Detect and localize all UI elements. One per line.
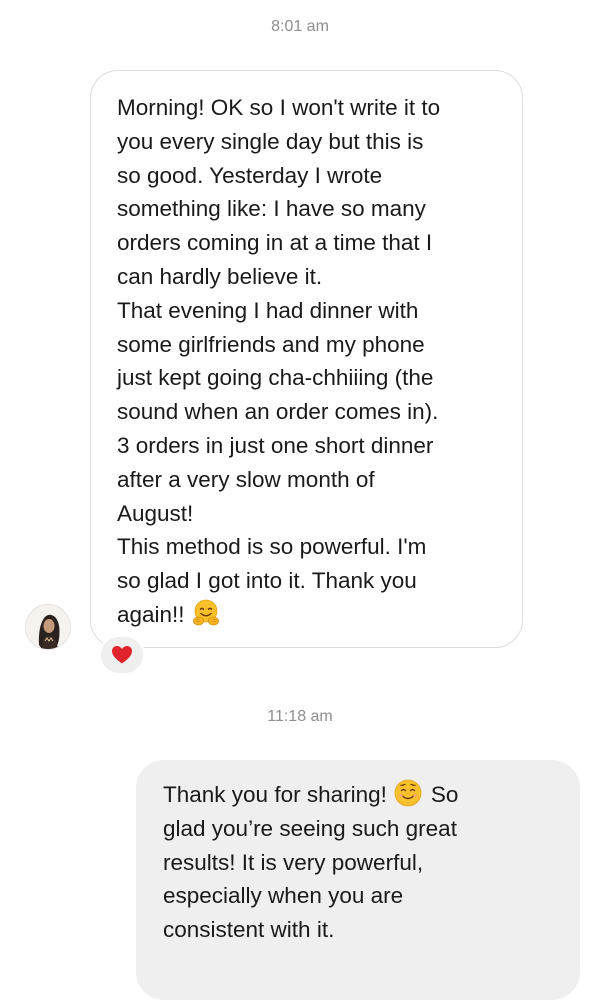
message-line: something like: I have so many: [117, 196, 426, 222]
message-line: you every single day but this is: [117, 128, 424, 154]
avatar[interactable]: [25, 604, 71, 650]
message-line-text: Thank you for sharing!: [163, 782, 387, 807]
avatar-photo-icon: [26, 605, 70, 649]
message-line: just kept going cha-chhiiing (the: [117, 365, 434, 391]
message-line: so good. Yesterday I wrote: [117, 162, 383, 188]
message-line: August!: [117, 500, 194, 526]
timestamp-later: 11:18 am: [267, 708, 333, 725]
smiling-face-icon: [393, 778, 423, 808]
message-line: glad you’re seeing such great: [163, 815, 457, 841]
message-line: 3 orders in just one short dinner: [117, 432, 434, 458]
message-line-first: Thank you for sharing! So: [163, 778, 560, 812]
message-line: can hardly believe it.: [117, 263, 323, 289]
message-line: some girlfriends and my phone: [117, 331, 425, 357]
message-line: orders coming in at a time that I: [117, 230, 433, 256]
message-line-text: So: [430, 782, 459, 807]
red-heart-icon: [112, 646, 132, 664]
message-line: consistent with it.: [163, 917, 335, 943]
reaction-heart[interactable]: [99, 635, 145, 675]
message-line: after a very slow month of: [117, 466, 375, 492]
timestamp-morning: 8:01 am: [271, 18, 329, 35]
message-line: That evening I had dinner with: [117, 297, 419, 323]
message-line-last: again!!: [117, 598, 504, 632]
message-line: results! It is very powerful,: [163, 849, 424, 875]
message-line: so glad I got into it. Thank you: [117, 568, 417, 594]
outgoing-message-bubble[interactable]: Thank you for sharing! So glad you’re see…: [136, 760, 580, 1000]
message-line-text: again!!: [117, 601, 185, 627]
message-line: This method is so powerful. I'm: [117, 534, 427, 560]
message-line: sound when an order comes in).: [117, 399, 439, 425]
message-line: Morning! OK so I won't write it to: [117, 95, 441, 120]
incoming-message-bubble[interactable]: Morning! OK so I won't write it to you e…: [90, 70, 523, 648]
hugging-face-icon: [191, 598, 221, 628]
message-line: especially when you are: [163, 883, 404, 909]
